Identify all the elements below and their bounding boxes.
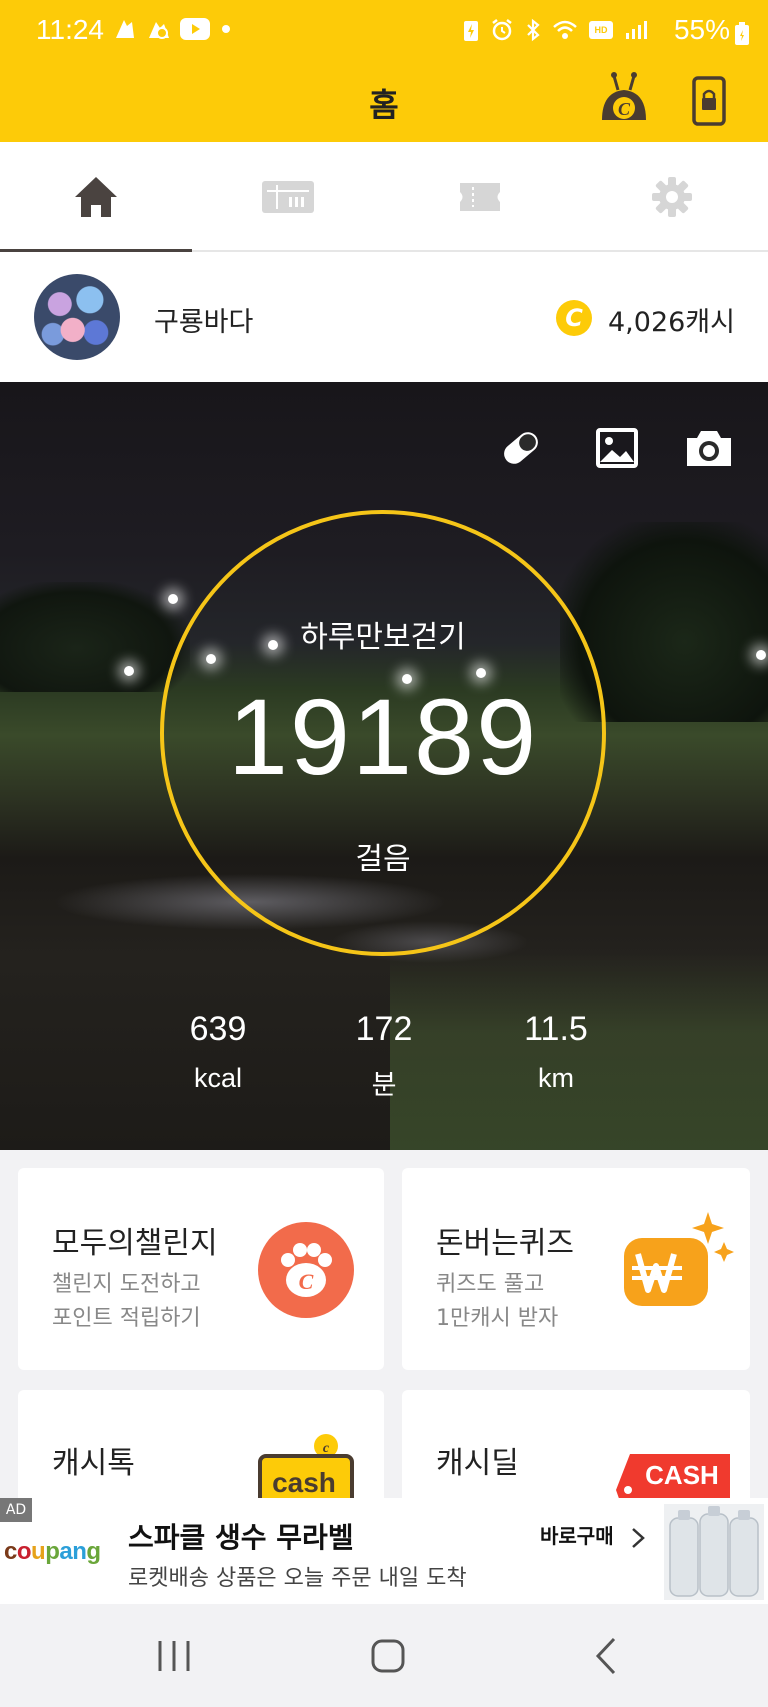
tab-home[interactable]: [0, 142, 192, 254]
card-subtitle: 퀴즈도 풀고 1만캐시 받자: [436, 1268, 558, 1336]
cash-character-icon[interactable]: C: [596, 70, 652, 126]
signal-icon: [626, 21, 647, 39]
stat-unit: kcal: [193, 1063, 242, 1093]
app-notification-icon: [116, 20, 134, 38]
app-header: 홈 C: [0, 58, 768, 142]
profile-row[interactable]: 구룡바다 C 4,026캐시: [0, 252, 768, 382]
card-quiz[interactable]: 돈버는퀴즈 퀴즈도 풀고 1만캐시 받자: [402, 1168, 750, 1370]
card-subtitle-line: 퀴즈도 풀고: [436, 1272, 545, 1297]
system-icons: HD: [462, 18, 648, 42]
card-subtitle-line: 챌린지 도전하고: [52, 1272, 201, 1297]
card-title: 캐시톡: [52, 1446, 135, 1481]
camera-icon[interactable]: [684, 426, 734, 470]
avatar[interactable]: [34, 274, 120, 360]
buy-now-button[interactable]: 바로구매: [540, 1520, 645, 1549]
dot-icon: [222, 25, 230, 33]
stat-value: 172: [355, 1010, 413, 1048]
ad-subtitle: 로켓배송 상품은 오늘 주문 내일 도착: [128, 1566, 467, 1591]
stat-unit: km: [538, 1063, 574, 1093]
back-icon: [595, 1637, 616, 1675]
step-count: 19189: [227, 676, 539, 797]
username: 구룡바다: [154, 307, 254, 338]
home-button[interactable]: [358, 1634, 418, 1678]
gift-card-icon: [262, 181, 314, 213]
svg-text:c: c: [323, 1441, 330, 1456]
svg-text:HD: HD: [595, 25, 608, 35]
stat-minutes: 172 분: [304, 1010, 464, 1102]
tab-ticket[interactable]: [384, 142, 576, 252]
stat-unit: 분: [371, 1070, 397, 1100]
stat-value: 639: [189, 1010, 247, 1048]
svg-text:cash: cash: [272, 1467, 336, 1498]
water-bottles-image: [664, 1504, 764, 1600]
cash-balance[interactable]: 4,026캐시: [608, 300, 735, 339]
paw-coin-icon: C: [258, 1222, 354, 1318]
youtube-icon: [180, 18, 210, 40]
cashwalk-notification-icon: [149, 22, 169, 39]
stat-calories: 639 kcal: [138, 1010, 298, 1094]
step-label: 하루만보걷기: [300, 620, 466, 655]
coupang-logo: coupang: [4, 1538, 101, 1565]
won-sparkle-icon: [624, 1212, 734, 1306]
card-title: 돈버는퀴즈: [436, 1226, 574, 1261]
stat-value: 11.5: [524, 1010, 588, 1048]
card-title: 캐시딜: [436, 1446, 519, 1481]
hd-voice-icon: HD: [589, 21, 613, 39]
ticket-icon: [460, 183, 500, 211]
recent-apps-button[interactable]: [144, 1634, 204, 1678]
ad-label: AD: [0, 1498, 32, 1522]
bluetooth-icon: [527, 18, 540, 42]
pedometer-hero: 하루만보걷기 19189 걸음 639 kcal 172 분 11.5 km: [0, 382, 768, 1150]
stat-distance: 11.5 km: [476, 1010, 636, 1094]
card-subtitle-line: 포인트 적립하기: [52, 1306, 201, 1331]
chevron-right-icon: [631, 1527, 645, 1548]
tab-bar: [0, 142, 768, 254]
status-bar: 11:24 HD 55%: [0, 0, 768, 58]
home-icon: [75, 177, 117, 217]
svg-text:C: C: [299, 1269, 314, 1294]
alarm-icon: [492, 19, 512, 41]
back-button[interactable]: [576, 1634, 636, 1678]
street-light: [756, 650, 766, 660]
svg-text:CASH: CASH: [645, 1460, 719, 1490]
card-subtitle-line: 1만캐시 받자: [436, 1306, 559, 1331]
status-time: 11:24: [36, 14, 104, 45]
battery-saver-icon: [464, 21, 478, 41]
page-title: 홈: [369, 86, 399, 124]
ad-banner[interactable]: AD coupang 스파클 생수 무라벨 로켓배송 상품은 오늘 주문 내일 …: [0, 1498, 768, 1604]
pill-icon[interactable]: [496, 426, 546, 470]
street-light: [124, 666, 134, 676]
gear-icon: [652, 177, 692, 217]
tab-settings[interactable]: [576, 142, 768, 252]
image-icon[interactable]: [592, 426, 642, 470]
card-title: 모두의챌린지: [52, 1226, 218, 1261]
card-subtitle: 챌린지 도전하고 포인트 적립하기: [52, 1268, 201, 1336]
battery-percent: 55%: [673, 14, 730, 45]
battery-icon: [735, 22, 749, 45]
svg-text:C: C: [618, 99, 631, 119]
step-unit: 걸음: [355, 842, 411, 877]
ad-title: 스파클 생수 무라벨: [128, 1521, 354, 1554]
wifi-icon: [553, 20, 577, 39]
street-light: [168, 594, 178, 604]
buy-now-label: 바로구매: [540, 1524, 614, 1548]
lock-screen-icon[interactable]: [692, 76, 726, 126]
home-nav-icon: [371, 1639, 405, 1673]
coin-icon: C: [556, 300, 592, 336]
tab-gift[interactable]: [192, 142, 384, 252]
system-nav-bar: [0, 1604, 768, 1707]
notification-icons: [112, 16, 234, 42]
recent-apps-icon: [158, 1641, 190, 1671]
card-challenge[interactable]: 모두의챌린지 챌린지 도전하고 포인트 적립하기 C: [18, 1168, 384, 1370]
